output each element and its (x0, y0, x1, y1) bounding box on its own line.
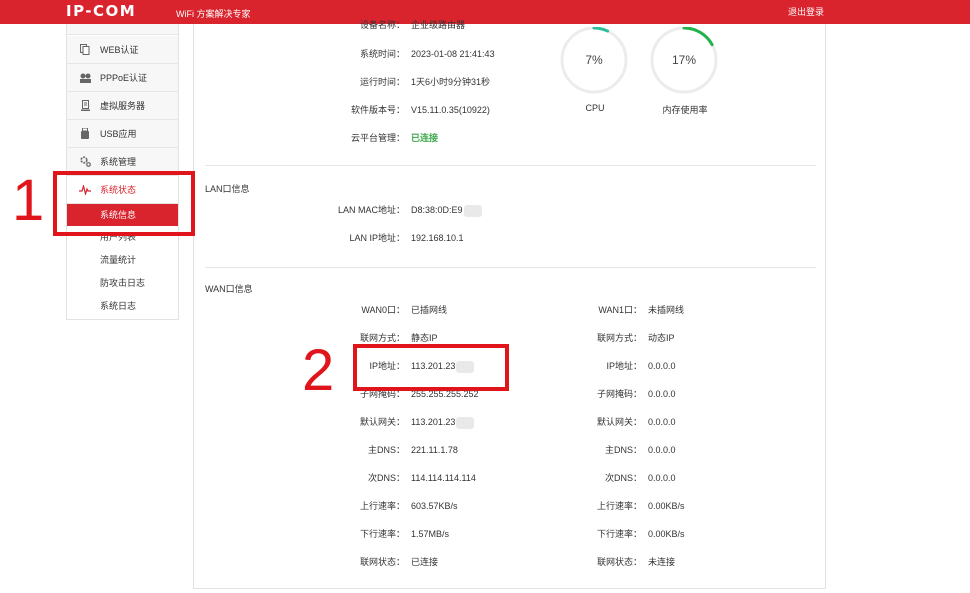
wan1-port-value: 未插网线 (648, 303, 684, 317)
cpu-label: CPU (585, 103, 605, 113)
lan-mac-text: D8:38:0D:E9 (411, 205, 463, 215)
wan1-down-value: 0.00KB/s (648, 527, 685, 541)
lan-ip-value: 192.168.10.1 (411, 233, 464, 243)
wan1-mode-text: 动态IP (648, 333, 675, 343)
version-label: 软件版本号： (350, 105, 405, 115)
wan1-dns2-label: 次DNS： (604, 473, 642, 483)
wan1-up-row: 上行速率： 0.00KB/s (194, 499, 814, 513)
cloud-label: 云平台管理： (350, 133, 405, 143)
virtual-server-icon (79, 100, 91, 112)
uptime-label: 运行时间： (359, 77, 405, 87)
uptime-value: 1天6小时9分钟31秒 (411, 77, 491, 87)
sidebar-item-label: WEB认证 (100, 45, 139, 55)
wan1-up-value: 0.00KB/s (648, 499, 685, 513)
wan1-up-text: 0.00KB/s (648, 501, 685, 511)
wan1-dns1-value: 0.0.0.0 (648, 443, 676, 457)
wan-section-title: WAN口信息 (205, 284, 253, 294)
wan1-port-row: WAN1口： 未插网线 (194, 303, 814, 317)
cpu-percent: 7% (585, 53, 603, 67)
sidebar-item-partial[interactable] (67, 24, 178, 35)
wan1-status-label: 联网状态： (596, 557, 642, 567)
wan1-gw-text: 0.0.0.0 (648, 417, 676, 427)
section-divider (205, 267, 816, 268)
system-time-label: 系统时间： (359, 49, 405, 59)
wan1-down-text: 0.00KB/s (648, 529, 685, 539)
version-row: 软件版本号： V15.11.0.35(10922) (194, 103, 514, 117)
wan1-dns1-row: 主DNS： 0.0.0.0 (194, 443, 814, 457)
lan-mac-value: D8:38:0D:E9 (411, 203, 482, 217)
annotation-number-1: 1 (12, 168, 45, 233)
wan1-dns1-text: 0.0.0.0 (648, 445, 676, 455)
wan1-mode-label: 联网方式： (596, 333, 642, 343)
memory-percent: 17% (671, 53, 697, 67)
system-time-value: 2023-01-08 21:41:43 (411, 49, 495, 59)
web-auth-icon (79, 44, 91, 56)
wan1-mask-label: 子网掩码： (596, 389, 642, 399)
wan1-ip-value: 0.0.0.0 (648, 359, 676, 373)
lan-ip-row: LAN IP地址： 192.168.10.1 (194, 231, 514, 245)
sidebar-item-label: PPPoE认证 (100, 73, 148, 83)
sidebar-item-usb[interactable]: USB应用 (67, 120, 178, 148)
annotation-number-2: 2 (302, 338, 335, 403)
subitem-attack-log[interactable]: 防攻击日志 (67, 272, 178, 294)
wan1-ip-label: IP地址： (606, 361, 642, 371)
memory-label: 内存使用率 (662, 105, 708, 115)
gear-icon (79, 156, 91, 168)
wan1-down-row: 下行速率： 0.00KB/s (194, 527, 814, 541)
wan1-status-text: 未连接 (648, 557, 676, 567)
ip-com-logo: IP-COM (66, 2, 137, 20)
cloud-row: 云平台管理： 已连接 (194, 131, 514, 145)
lan-mac-label: LAN MAC地址： (337, 205, 405, 215)
sidebar-item-virtual-server[interactable]: 虚拟服务器 (67, 92, 178, 120)
sidebar-item-label: 系统管理 (100, 157, 137, 167)
section-divider (205, 165, 816, 166)
version-value: V15.11.0.35(10922) (411, 105, 490, 115)
lan-mac-row: LAN MAC地址： D8:38:0D:E9 (194, 203, 514, 217)
sidebar-item-web-auth[interactable]: WEB认证 (67, 36, 178, 64)
wan1-status-row: 联网状态： 未连接 (194, 555, 814, 569)
annotation-box-2 (353, 344, 509, 391)
wan1-gw-value: 0.0.0.0 (648, 415, 676, 429)
device-name-label: 设备名称： (359, 20, 405, 30)
wan1-up-label: 上行速率： (596, 501, 642, 511)
sidebar-item-label: USB应用 (100, 129, 137, 139)
subitem-system-log[interactable]: 系统日志 (67, 295, 178, 317)
wan1-status-value: 未连接 (648, 555, 675, 569)
wan1-down-label: 下行速率： (596, 529, 642, 539)
pppoe-icon (79, 72, 91, 84)
wan1-mode-row: 联网方式： 动态IP (194, 331, 814, 345)
wan1-gw-row: 默认网关： 0.0.0.0 (194, 415, 814, 429)
redaction-blur (463, 204, 482, 217)
wan1-mask-text: 0.0.0.0 (648, 389, 676, 399)
wan1-ip-text: 0.0.0.0 (648, 361, 676, 371)
sidebar-item-label: 虚拟服务器 (100, 101, 146, 111)
main-content: 设备名称： 企业级路由器 系统时间： 2023-01-08 21:41:43 运… (193, 20, 826, 589)
logout-link[interactable]: 退出登录 (788, 5, 824, 18)
wan1-dns2-value: 0.0.0.0 (648, 471, 676, 485)
wan1-mode-value: 动态IP (648, 331, 675, 345)
wan1-dns1-label: 主DNS： (604, 445, 642, 455)
usb-icon (79, 128, 91, 140)
wan1-dns2-row: 次DNS： 0.0.0.0 (194, 471, 814, 485)
wan1-mask-value: 0.0.0.0 (648, 387, 676, 401)
lan-ip-label: LAN IP地址： (349, 233, 405, 243)
subitem-traffic-stats[interactable]: 流量统计 (67, 249, 178, 271)
lan-section-title: LAN口信息 (205, 184, 250, 194)
wan1-port-text: 未插网线 (648, 305, 685, 315)
wan1-gw-label: 默认网关： (596, 417, 642, 427)
wan1-dns2-text: 0.0.0.0 (648, 473, 676, 483)
uptime-row: 运行时间： 1天6小时9分钟31秒 (194, 75, 514, 89)
annotation-box-1 (53, 171, 195, 236)
sidebar-item-pppoe[interactable]: PPPoE认证 (67, 64, 178, 92)
device-name-row: 设备名称： 企业级路由器 (194, 18, 514, 32)
device-name-value: 企业级路由器 (411, 20, 466, 30)
cloud-status: 已连接 (411, 133, 439, 143)
system-time-row: 系统时间： 2023-01-08 21:41:43 (194, 47, 514, 61)
wan1-port-label: WAN1口： (598, 305, 642, 315)
